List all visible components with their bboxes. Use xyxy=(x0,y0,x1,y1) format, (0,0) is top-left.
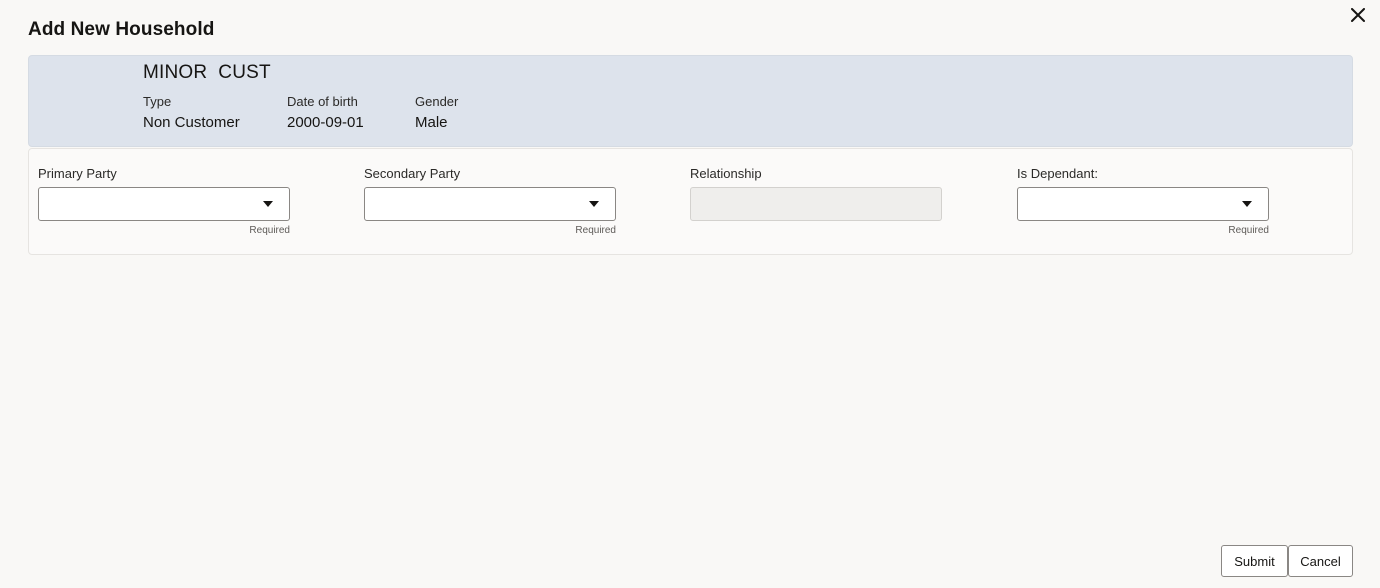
dialog-title: Add New Household xyxy=(28,19,215,40)
date-of-birth-label: Date of birth xyxy=(287,94,358,109)
primary-party-required-hint: Required xyxy=(249,225,290,236)
caret-down-icon xyxy=(1242,201,1252,207)
submit-button[interactable]: Submit xyxy=(1221,545,1288,577)
cancel-button[interactable]: Cancel xyxy=(1288,545,1353,577)
primary-party-label: Primary Party xyxy=(38,166,117,181)
date-of-birth-value: 2000-09-01 xyxy=(287,114,364,131)
relationship-label: Relationship xyxy=(690,166,762,181)
is-dependant-label: Is Dependant: xyxy=(1017,166,1098,181)
household-form: Primary Party Required Secondary Party R… xyxy=(28,148,1353,255)
caret-down-icon xyxy=(589,201,599,207)
primary-party-select[interactable] xyxy=(38,187,290,221)
close-icon xyxy=(1351,8,1365,22)
secondary-party-required-hint: Required xyxy=(575,225,616,236)
is-dependant-required-hint: Required xyxy=(1228,225,1269,236)
gender-value: Male xyxy=(415,114,448,131)
caret-down-icon xyxy=(263,201,273,207)
customer-summary-card: MINOR CUST Type Non Customer Date of bir… xyxy=(28,55,1353,147)
is-dependant-select[interactable] xyxy=(1017,187,1269,221)
relationship-input xyxy=(690,187,942,221)
secondary-party-select[interactable] xyxy=(364,187,616,221)
type-label: Type xyxy=(143,94,172,109)
secondary-party-label: Secondary Party xyxy=(364,166,461,181)
type-value: Non Customer xyxy=(143,114,240,131)
customer-name: MINOR CUST xyxy=(143,62,271,83)
close-button[interactable] xyxy=(1346,4,1370,26)
gender-label: Gender xyxy=(415,94,459,109)
